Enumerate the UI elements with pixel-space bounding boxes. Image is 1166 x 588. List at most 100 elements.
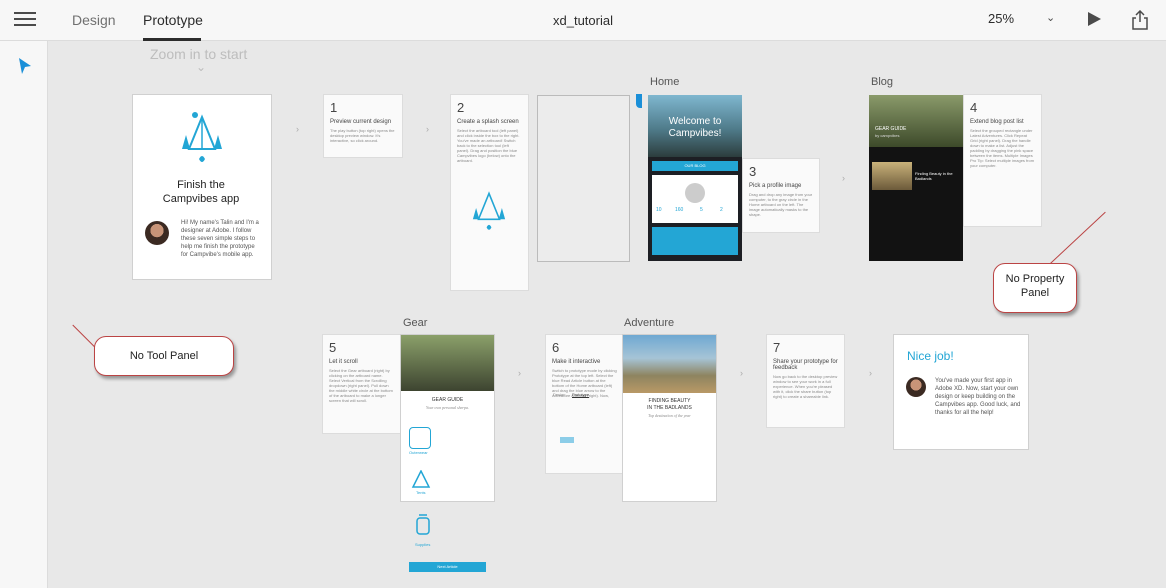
flow-arrow-icon: › [296, 124, 299, 134]
adventure-title-line2: IN THE BADLANDS [647, 405, 692, 411]
mini-tab-design: Design [553, 392, 566, 397]
step-number: 2 [457, 100, 465, 115]
flow-arrow-icon: › [740, 368, 743, 378]
step-text: Select the artboard tool (left panel) an… [457, 128, 520, 163]
callout-text: No Property [1005, 273, 1065, 285]
adventure-subtitle: Top destination of the year [648, 413, 691, 418]
gear-hero-image [401, 335, 494, 391]
step-number: 4 [970, 100, 978, 115]
stat-value: 10 [656, 207, 662, 213]
gear-item-label: Supplies [415, 542, 431, 547]
play-preview-icon[interactable] [1088, 12, 1101, 26]
profile-image-placeholder[interactable] [685, 183, 705, 203]
step-note-2: 2 Create a splash screen Select the artb… [451, 95, 528, 290]
blog-hero-image [869, 95, 963, 147]
step-title: Preview current design [330, 119, 392, 125]
step-text: Now go back to the desktop preview windo… [773, 374, 838, 399]
step-text: Select the Gear artboard (right) by clic… [329, 368, 393, 403]
left-toolbar [0, 41, 48, 588]
zoom-dropdown[interactable]: 25% ⌄ [988, 11, 1058, 29]
intro-title-line2: Campvibes app [162, 193, 240, 205]
next-article-button[interactable]: Next Article [409, 562, 486, 572]
artboard-label-home[interactable]: Home [650, 76, 679, 88]
step-title: Extend blog post list [970, 119, 1024, 125]
step-title: Make it interactive [552, 359, 601, 365]
blog-card-title: Finding Beauty in the Badlands [915, 171, 953, 181]
intro-title-line1: Finish the [177, 179, 225, 191]
step-note-6: 6 Make it interactive Switch to prototyp… [546, 335, 623, 473]
campvibes-logo-icon [182, 112, 222, 162]
avatar [145, 221, 169, 245]
step-title: Pick a profile image [749, 183, 802, 189]
blog-card-image [872, 162, 912, 190]
campvibes-logo-icon [472, 191, 506, 230]
lantern-icon [416, 514, 430, 535]
top-bar: Design Prototype xd_tutorial 25% ⌄ [0, 0, 1166, 41]
gear-title: GEAR GUIDE [431, 397, 464, 403]
gear-item-label: Outerwear [409, 450, 428, 455]
nice-job-body: You've made your first app in Adobe XD. … [935, 378, 1021, 416]
canvas[interactable]: Zoom in to start ⌄ Finish the Campvibes … [49, 42, 1166, 588]
step-note-4: 4 Extend blog post list Select the group… [964, 95, 1041, 226]
home-title-line2: Campvibes! [668, 128, 722, 139]
step-note-5: 5 Let it scroll Select the Gear artboard… [323, 335, 400, 433]
button-label: Next Article [437, 564, 458, 569]
step-title: Let it scroll [329, 359, 358, 365]
button-label: OUR BLOG [684, 163, 706, 168]
gear-item-label: Tents [416, 490, 426, 495]
flow-arrow-icon: › [842, 173, 845, 183]
tent-icon [411, 470, 431, 488]
empty-artboard-placeholder[interactable] [537, 95, 630, 262]
profile-card: 10 160 5 2 [652, 175, 738, 223]
stat-value: 5 [700, 207, 703, 213]
gear-subtitle: Your own personal sherpa. [426, 405, 469, 410]
adventure-title-line1: FINDING BEAUTY [648, 398, 691, 404]
step-number: 3 [749, 164, 757, 179]
adventure-hero-image [623, 335, 716, 393]
no-tool-panel-callout: No Tool Panel [94, 336, 234, 376]
artboard-label-blog[interactable]: Blog [871, 76, 893, 88]
avatar [906, 377, 926, 397]
interaction-handle[interactable] [636, 94, 642, 108]
home-title-line1: Welcome to [668, 116, 722, 127]
intro-body: Hi! My name's Talin and I'm a designer a… [181, 220, 259, 258]
mini-tab-prototype: Prototype [572, 392, 590, 397]
step-note-7: 7 Share your prototype for feedback Now … [767, 335, 844, 427]
outerwear-icon [409, 427, 431, 449]
flow-arrow-icon: › [426, 124, 429, 134]
stat-value: 160 [675, 207, 684, 213]
nice-job-title: Nice job! [907, 349, 954, 363]
share-icon[interactable] [1131, 10, 1149, 30]
artboard-label-gear[interactable]: Gear [403, 317, 427, 329]
zoom-value: 25% [988, 11, 1015, 26]
chevron-down-icon: ⌄ [1046, 12, 1056, 24]
home-artboard[interactable]: Welcome to Campvibes! OUR BLOG 10 160 5 … [648, 95, 742, 261]
step-number: 1 [330, 100, 338, 115]
step-text: Drag and drop any image from your comput… [749, 192, 813, 217]
our-blog-button[interactable]: OUR BLOG [652, 161, 738, 171]
adventure-artboard[interactable]: FINDING BEAUTY IN THE BADLANDS Top desti… [623, 335, 716, 501]
artboard-label-adventure[interactable]: Adventure [624, 317, 674, 329]
chevron-down-icon: ⌄ [196, 60, 207, 74]
mini-button-illustration [560, 437, 574, 443]
blog-title: GEAR GUIDE [875, 126, 907, 132]
step-number: 7 [773, 340, 781, 355]
gear-artboard[interactable]: GEAR GUIDE Your own personal sherpa. Out… [401, 335, 494, 501]
no-property-panel-callout: No Property Panel [993, 263, 1077, 313]
intro-board[interactable]: Finish the Campvibes app Hi! My name's T… [133, 95, 271, 279]
step-title: Share your prototype for feedback [773, 359, 838, 371]
step-number: 6 [552, 340, 560, 355]
step-title: Create a splash screen [457, 119, 519, 125]
stat-value: 2 [720, 207, 723, 213]
nice-job-board[interactable]: Nice job! You've made your first app in … [894, 335, 1028, 449]
flow-arrow-icon: › [869, 368, 872, 378]
blog-artboard[interactable]: GEAR GUIDE by campvibes Finding Beauty i… [869, 95, 963, 261]
flow-arrow-icon: › [518, 368, 521, 378]
blog-subtitle: by campvibes [875, 133, 900, 138]
active-tab-indicator [143, 38, 201, 41]
step-number: 5 [329, 340, 337, 355]
map-card [652, 227, 738, 255]
step-note-1: 1 Preview current design The play button… [324, 95, 402, 157]
select-arrow-icon[interactable] [18, 57, 32, 75]
step-note-3: 3 Pick a profile image Drag and drop any… [743, 159, 819, 232]
